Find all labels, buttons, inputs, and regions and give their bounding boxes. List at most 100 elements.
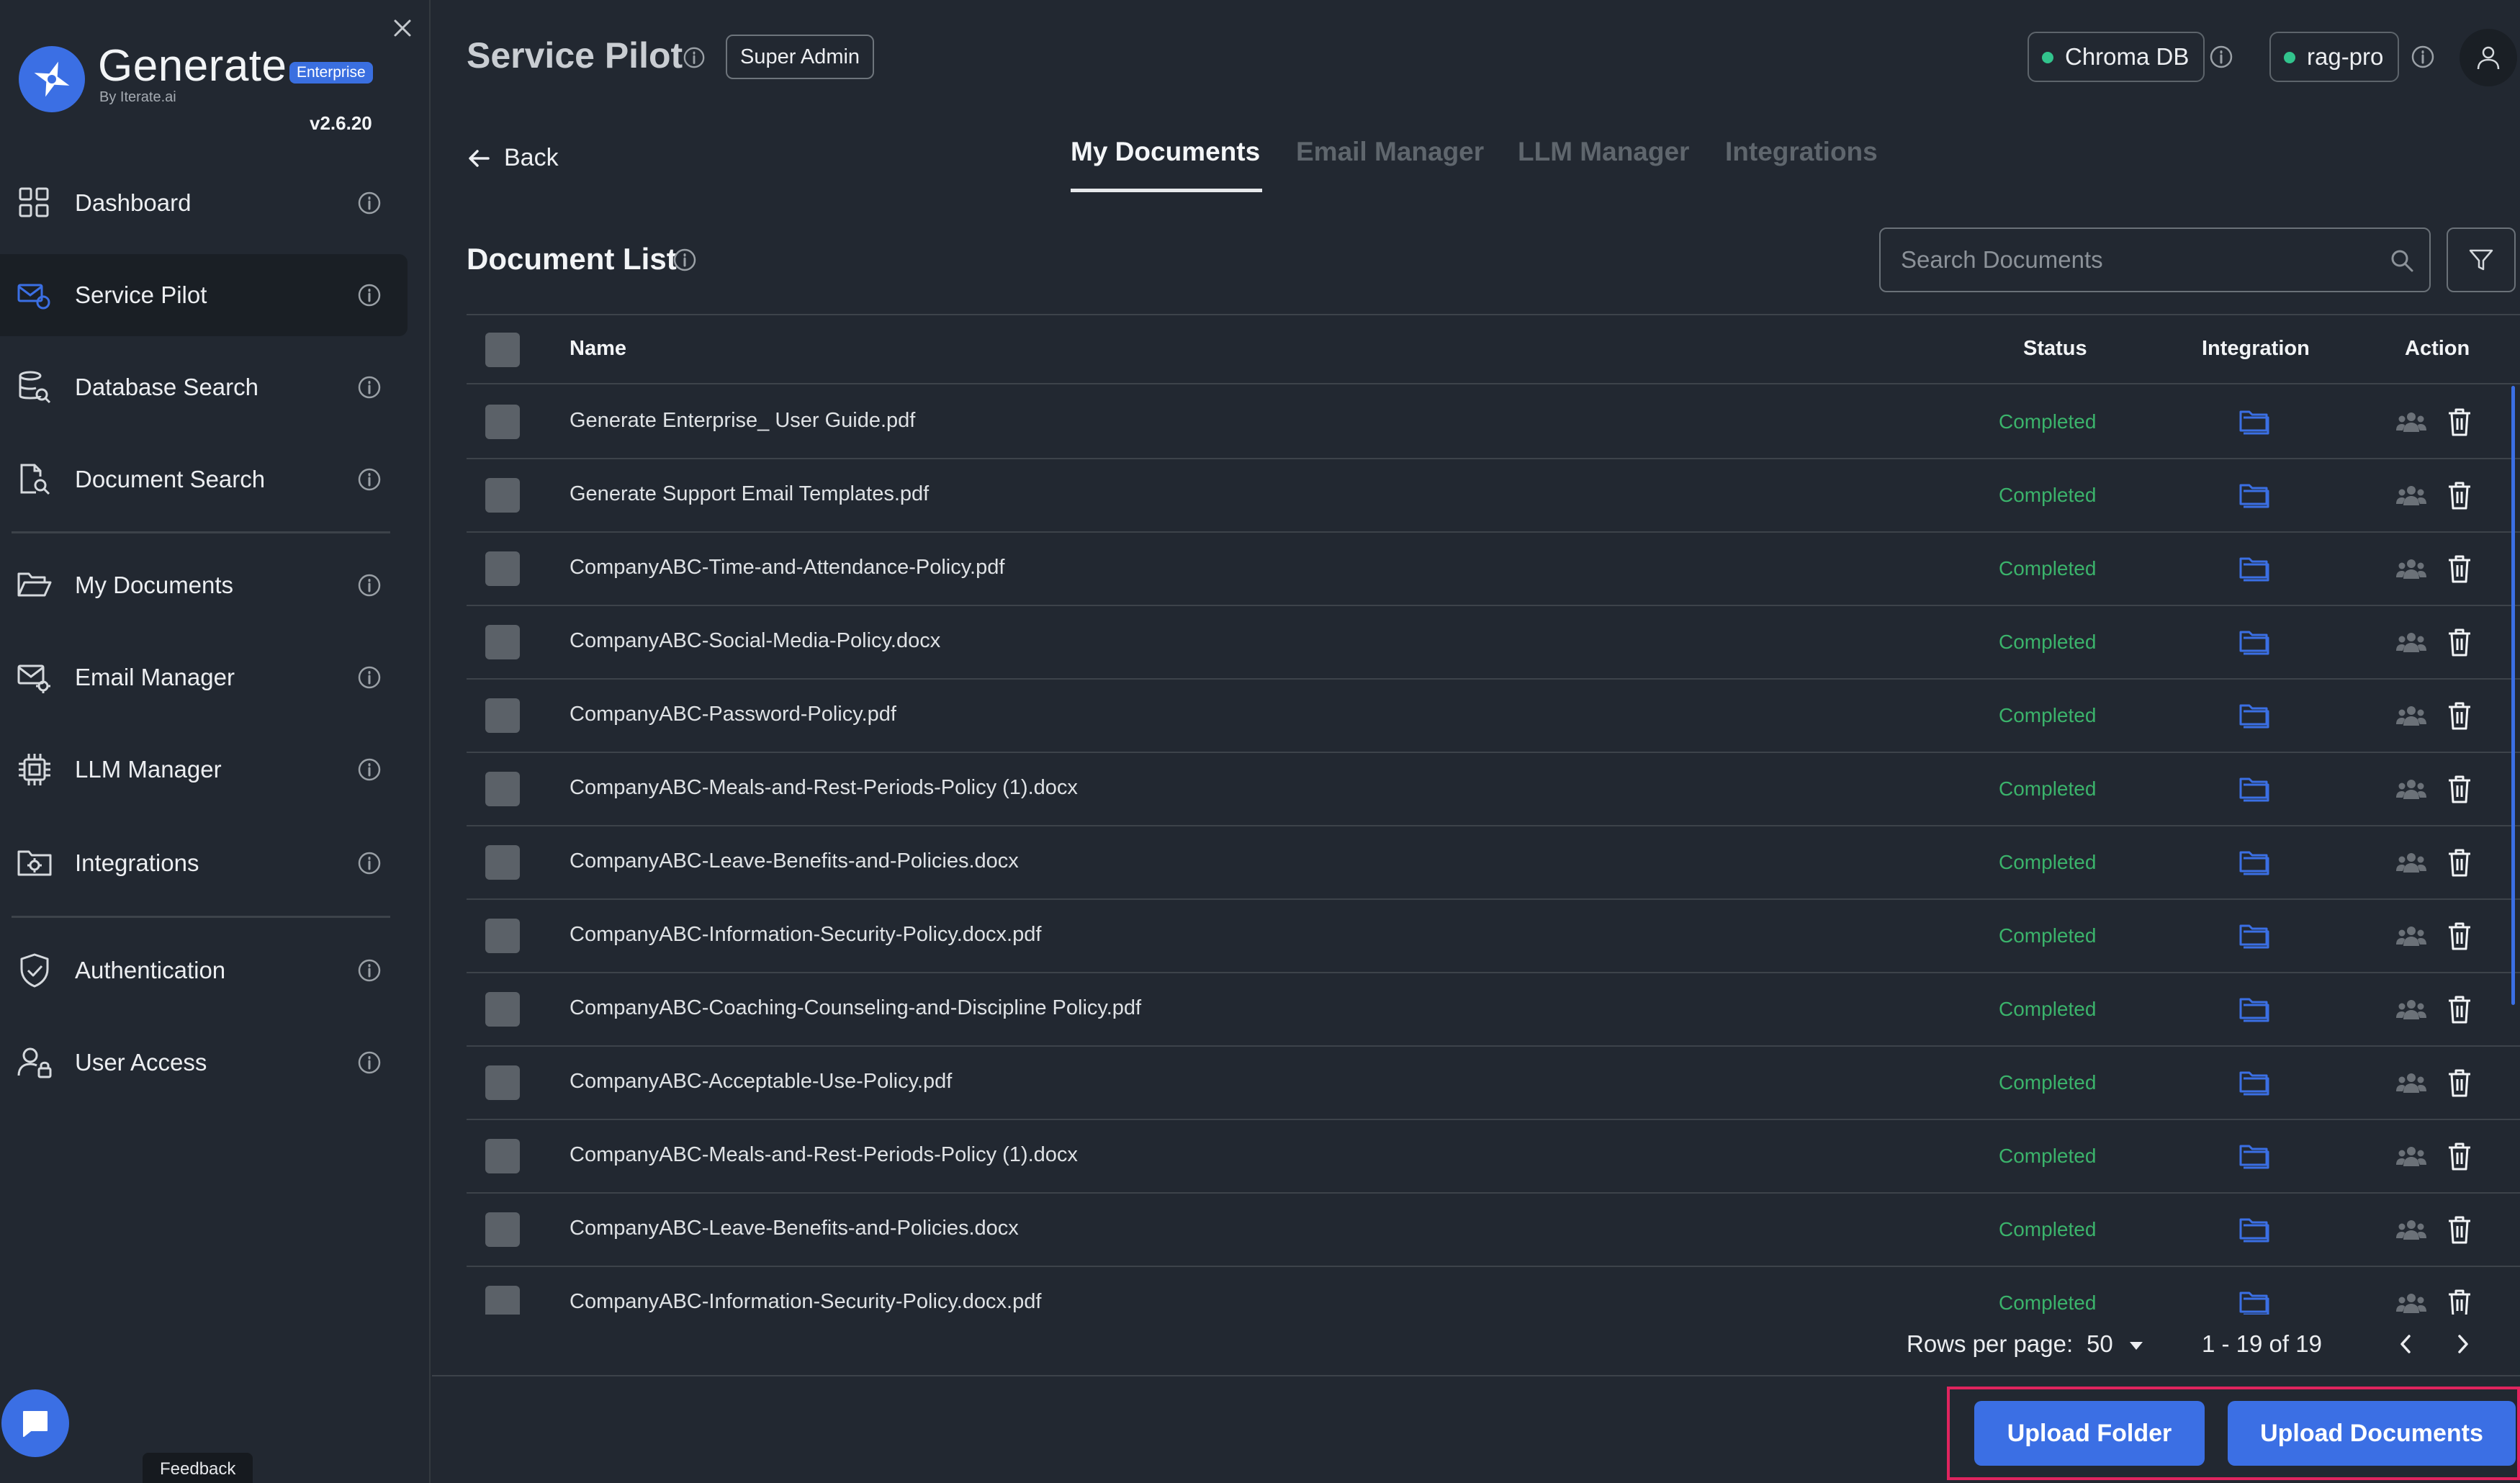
info-icon[interactable]: [672, 248, 697, 272]
trash-icon[interactable]: [2445, 406, 2474, 438]
folder-icon[interactable]: [2238, 1067, 2271, 1099]
share-users-icon[interactable]: [2396, 1142, 2426, 1171]
info-icon[interactable]: [357, 757, 382, 782]
share-users-icon[interactable]: [2396, 554, 2426, 583]
folder-icon[interactable]: [2238, 406, 2271, 438]
chevron-right-icon[interactable]: [2451, 1330, 2475, 1358]
sidebar-item-llm-manager[interactable]: LLM Manager: [0, 729, 408, 811]
folder-icon[interactable]: [2238, 700, 2271, 731]
tab-llm-manager[interactable]: LLM Manager: [1518, 137, 1689, 167]
info-icon[interactable]: [357, 283, 382, 307]
info-icon[interactable]: [357, 1050, 382, 1075]
trash-icon[interactable]: [2445, 1214, 2474, 1245]
share-users-icon[interactable]: [2396, 848, 2426, 877]
document-name[interactable]: CompanyABC-Information-Security-Policy.d…: [570, 923, 1041, 947]
document-name[interactable]: CompanyABC-Leave-Benefits-and-Policies.d…: [570, 849, 1019, 873]
folder-icon[interactable]: [2238, 773, 2271, 805]
sidebar-item-service-pilot[interactable]: Service Pilot: [0, 254, 408, 336]
sidebar-item-document-search[interactable]: Document Search: [0, 438, 408, 520]
info-icon[interactable]: [2411, 45, 2435, 69]
table-row[interactable]: CompanyABC-Time-and-Attendance-Policy.pd…: [467, 533, 2520, 606]
document-name[interactable]: CompanyABC-Time-and-Attendance-Policy.pd…: [570, 556, 1004, 580]
model-status[interactable]: rag-pro: [2269, 32, 2400, 82]
share-users-icon[interactable]: [2396, 481, 2426, 510]
folder-icon[interactable]: [2238, 553, 2271, 585]
select-all-checkbox[interactable]: [485, 333, 520, 367]
upload-documents-button[interactable]: Upload Documents: [2228, 1401, 2516, 1466]
row-checkbox[interactable]: [485, 625, 520, 659]
folder-icon[interactable]: [2238, 993, 2271, 1025]
feedback-tab[interactable]: Feedback: [143, 1453, 253, 1483]
row-checkbox[interactable]: [485, 1139, 520, 1173]
trash-icon[interactable]: [2445, 1067, 2474, 1099]
info-icon[interactable]: [2209, 45, 2233, 69]
table-row[interactable]: CompanyABC-Social-Media-Policy.docx Compl…: [467, 606, 2520, 680]
info-icon[interactable]: [357, 191, 382, 215]
table-row[interactable]: CompanyABC-Password-Policy.pdf Completed: [467, 680, 2520, 753]
column-header-status[interactable]: Status: [2023, 337, 2087, 361]
upload-folder-button[interactable]: Upload Folder: [1974, 1401, 2205, 1466]
folder-icon[interactable]: [2238, 1287, 2271, 1315]
table-row[interactable]: Generate Support Email Templates.pdf Comp…: [467, 459, 2520, 533]
sidebar-item-email-manager[interactable]: Email Manager: [0, 636, 408, 718]
table-row[interactable]: CompanyABC-Information-Security-Policy.d…: [467, 1267, 2520, 1315]
document-name[interactable]: CompanyABC-Social-Media-Policy.docx: [570, 629, 940, 653]
trash-icon[interactable]: [2445, 1140, 2474, 1172]
document-name[interactable]: Generate Support Email Templates.pdf: [570, 482, 929, 506]
table-row[interactable]: CompanyABC-Coaching-Counseling-and-Disci…: [467, 973, 2520, 1047]
row-checkbox[interactable]: [485, 698, 520, 733]
document-name[interactable]: CompanyABC-Leave-Benefits-and-Policies.d…: [570, 1217, 1019, 1240]
document-name[interactable]: CompanyABC-Meals-and-Rest-Periods-Policy…: [570, 776, 1078, 800]
trash-icon[interactable]: [2445, 920, 2474, 952]
document-name[interactable]: CompanyABC-Coaching-Counseling-and-Disci…: [570, 996, 1141, 1020]
folder-icon[interactable]: [2238, 1214, 2271, 1245]
caret-down-icon[interactable]: [2127, 1336, 2146, 1355]
row-checkbox[interactable]: [485, 1212, 520, 1247]
row-checkbox[interactable]: [485, 405, 520, 439]
column-header-integration[interactable]: Integration: [2202, 337, 2310, 361]
share-users-icon[interactable]: [2396, 995, 2426, 1024]
tab-integrations[interactable]: Integrations: [1725, 137, 1878, 167]
sidebar-item-dashboard[interactable]: Dashboard: [0, 162, 408, 244]
row-checkbox[interactable]: [485, 551, 520, 586]
tab-email-manager[interactable]: Email Manager: [1296, 137, 1484, 167]
filter-button[interactable]: [2447, 227, 2516, 292]
table-row[interactable]: CompanyABC-Acceptable-Use-Policy.pdf Comp…: [467, 1047, 2520, 1120]
trash-icon[interactable]: [2445, 773, 2474, 805]
share-users-icon[interactable]: [2396, 407, 2426, 436]
tab-my-documents[interactable]: My Documents: [1071, 137, 1260, 167]
chat-button[interactable]: [1, 1389, 69, 1457]
share-users-icon[interactable]: [2396, 1289, 2426, 1315]
chevron-left-icon[interactable]: [2393, 1330, 2418, 1358]
sidebar-item-authentication[interactable]: Authentication: [0, 929, 408, 1011]
table-row[interactable]: CompanyABC-Leave-Benefits-and-Policies.d…: [467, 826, 2520, 900]
user-avatar[interactable]: [2460, 29, 2517, 86]
share-users-icon[interactable]: [2396, 921, 2426, 950]
table-row[interactable]: CompanyABC-Meals-and-Rest-Periods-Policy…: [467, 753, 2520, 826]
rows-per-page-select[interactable]: 50: [2087, 1330, 2113, 1358]
trash-icon[interactable]: [2445, 626, 2474, 658]
row-checkbox[interactable]: [485, 478, 520, 513]
trash-icon[interactable]: [2445, 847, 2474, 878]
folder-icon[interactable]: [2238, 1140, 2271, 1172]
search-icon[interactable]: [2389, 248, 2415, 274]
sidebar-item-database-search[interactable]: Database Search: [0, 346, 408, 428]
folder-icon[interactable]: [2238, 920, 2271, 952]
table-row[interactable]: CompanyABC-Leave-Benefits-and-Policies.d…: [467, 1194, 2520, 1267]
row-checkbox[interactable]: [485, 1065, 520, 1100]
document-name[interactable]: CompanyABC-Information-Security-Policy.d…: [570, 1290, 1041, 1314]
trash-icon[interactable]: [2445, 993, 2474, 1025]
row-checkbox[interactable]: [485, 772, 520, 806]
info-icon[interactable]: [683, 46, 706, 69]
trash-icon[interactable]: [2445, 700, 2474, 731]
row-checkbox[interactable]: [485, 992, 520, 1027]
trash-icon[interactable]: [2445, 479, 2474, 511]
document-name[interactable]: CompanyABC-Acceptable-Use-Policy.pdf: [570, 1070, 952, 1094]
sidebar-item-user-access[interactable]: User Access: [0, 1022, 408, 1104]
info-icon[interactable]: [357, 573, 382, 598]
table-row[interactable]: CompanyABC-Information-Security-Policy.d…: [467, 900, 2520, 973]
close-icon[interactable]: [392, 17, 413, 39]
share-users-icon[interactable]: [2396, 1215, 2426, 1244]
row-checkbox[interactable]: [485, 1286, 520, 1315]
info-icon[interactable]: [357, 958, 382, 983]
